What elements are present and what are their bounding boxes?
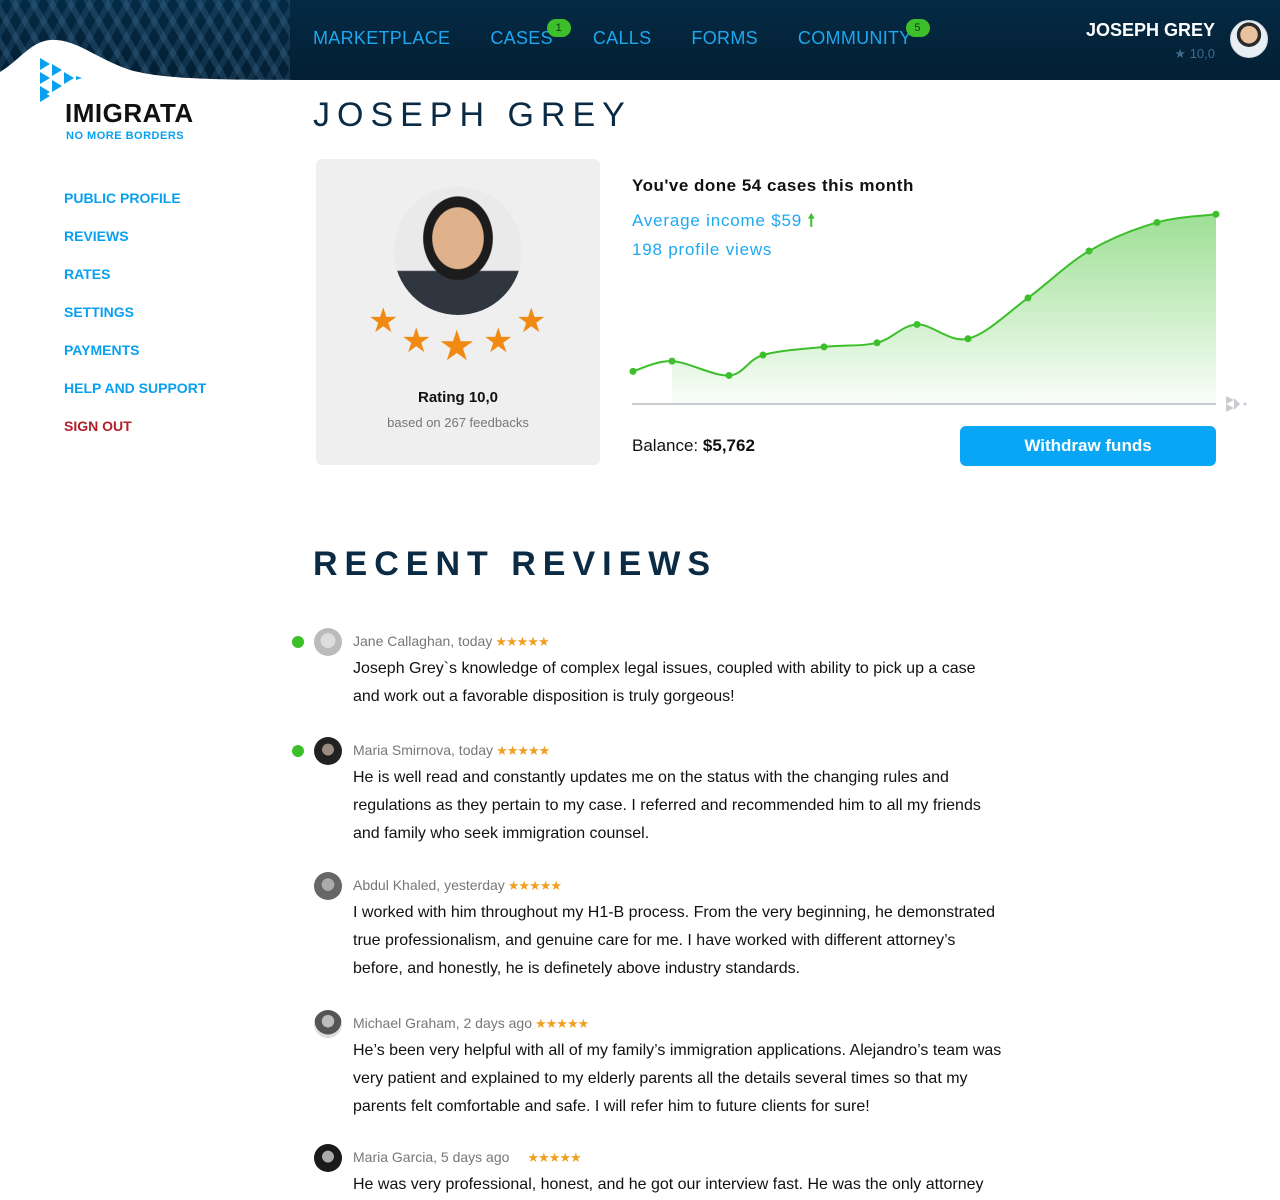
- reviews-list: Jane Callaghan, today ★★★★★ Joseph Grey`s…: [290, 628, 1010, 1199]
- rating-feedback-count: based on 267 feedbacks: [387, 415, 529, 430]
- notification-badge: 1: [546, 19, 571, 37]
- review-author: Abdul Khaled, yesterday: [353, 877, 505, 893]
- nav-calls[interactable]: CALLS: [593, 28, 652, 49]
- chart-point-9: [1024, 294, 1032, 302]
- reviewer-avatar[interactable]: [314, 872, 342, 900]
- nav-forms[interactable]: FORMS: [691, 28, 758, 49]
- star-icon: ★: [401, 322, 432, 360]
- sidebar-item-sign-out[interactable]: SIGN OUT: [64, 418, 206, 434]
- review-meta: Jane Callaghan, today ★★★★★: [353, 628, 1010, 655]
- review-meta: Michael Graham, 2 days ago ★★★★★: [353, 1010, 1010, 1037]
- review-item: Abdul Khaled, yesterday ★★★★★ I worked wi…: [290, 872, 1010, 1010]
- notification-badge: 5: [905, 19, 930, 37]
- chart-point-7: [913, 320, 921, 328]
- review-stars: ★★★★★: [495, 634, 549, 649]
- arrow-chevrons-logo-icon: [40, 58, 82, 102]
- income-chart: [629, 210, 1247, 412]
- reviewer-avatar[interactable]: [314, 1144, 342, 1172]
- review-text: Joseph Grey`s knowledge of complex legal…: [353, 660, 976, 705]
- review-author: Jane Callaghan, today: [353, 633, 493, 649]
- nav-label: COMMUNITY: [797, 28, 912, 48]
- review-meta: Maria Garcia, 5 days ago ★★★★★: [353, 1144, 1010, 1171]
- brand-name: IMIGRATA: [65, 98, 194, 128]
- review-item: Maria Garcia, 5 days ago ★★★★★ He was ver…: [290, 1144, 1010, 1199]
- sidebar-item-settings[interactable]: SETTINGS: [64, 304, 206, 320]
- profile-photo: [394, 187, 522, 315]
- review-text: He’s been very helpful with all of my fa…: [353, 1042, 1002, 1115]
- nav-label: FORMS: [691, 28, 758, 48]
- header-user-rating: ★ 10,0: [1174, 46, 1215, 62]
- star-icon: ★: [1174, 46, 1187, 61]
- review-meta: Abdul Khaled, yesterday ★★★★★: [353, 872, 1010, 899]
- chart-point-5: [820, 343, 828, 351]
- review-stars: ★★★★★: [496, 743, 550, 758]
- nav-label: CALLS: [592, 28, 652, 48]
- review-author: Michael Graham, 2 days ago: [353, 1015, 532, 1031]
- review-text: I worked with him throughout my H1-B pro…: [353, 904, 996, 977]
- sidebar-item-rates[interactable]: RATES: [64, 266, 206, 282]
- page-title: JOSEPH GREY: [313, 96, 632, 134]
- review-author: Maria Smirnova, today: [353, 742, 494, 758]
- review-text: He is well read and constantly updates m…: [353, 769, 981, 842]
- recent-reviews-title: RECENT REVIEWS: [313, 545, 718, 583]
- withdraw-funds-button[interactable]: Withdraw funds: [960, 426, 1216, 466]
- balance: Balance: $5,762: [632, 436, 755, 456]
- rating-title: Rating 10,0: [417, 389, 499, 406]
- sidebar-item-reviews[interactable]: REVIEWS: [64, 228, 206, 244]
- sidebar-item-payments[interactable]: PAYMENTS: [64, 342, 206, 358]
- review-stars: ★★★★★: [527, 1150, 581, 1165]
- nav-marketplace[interactable]: MARKETPLACE: [313, 28, 450, 49]
- chart-point-12: [1212, 210, 1220, 218]
- rating-value: 10,0: [1189, 46, 1215, 61]
- sidebar: PUBLIC PROFILE REVIEWS RATES SETTINGS PA…: [64, 190, 206, 456]
- star-icon: ★: [368, 302, 399, 340]
- review-item: Jane Callaghan, today ★★★★★ Joseph Grey`s…: [290, 628, 1010, 737]
- review-stars: ★★★★★: [534, 1016, 589, 1031]
- chart-point-11: [1153, 218, 1161, 226]
- reviewer-avatar[interactable]: [314, 1010, 342, 1038]
- header-user-name[interactable]: JOSEPH GREY: [1086, 20, 1215, 41]
- star-icon: ★: [516, 302, 547, 340]
- sidebar-item-help-and-support[interactable]: HELP AND SUPPORT: [64, 380, 206, 396]
- chart-point-10: [1085, 247, 1093, 255]
- review-stars: ★★★★★: [507, 878, 562, 893]
- nav-label: MARKETPLACE: [313, 28, 451, 48]
- nav-cases[interactable]: CASES 1: [490, 19, 571, 49]
- chart-point-2: [668, 357, 676, 365]
- nav-community[interactable]: COMMUNITY 5: [797, 19, 930, 49]
- review-author: Maria Garcia, 5 days ago: [353, 1149, 510, 1165]
- balance-label: Balance:: [632, 436, 699, 455]
- chart-point-4: [759, 351, 767, 359]
- logo-mark-icon: [1226, 396, 1247, 412]
- chart-point-6: [873, 339, 881, 347]
- user-avatar[interactable]: [1230, 20, 1268, 58]
- review-item: Maria Smirnova, today ★★★★★ He is well re…: [290, 737, 1010, 872]
- profile-card: ★ ★ ★ ★ ★ Rating 10,0 based on 267 feedb…: [316, 159, 600, 465]
- chart-point-3: [725, 371, 733, 379]
- balance-value: $5,762: [702, 436, 755, 455]
- new-indicator-dot: [292, 636, 304, 648]
- sidebar-item-public-profile[interactable]: PUBLIC PROFILE: [64, 190, 206, 206]
- reviewer-avatar[interactable]: [314, 737, 342, 765]
- chart-point-1: [629, 367, 637, 375]
- star-icon: ★: [483, 322, 514, 360]
- review-item: Michael Graham, 2 days ago ★★★★★ He’s bee…: [290, 1010, 1010, 1144]
- chart-point-8: [964, 335, 972, 343]
- review-text: He was very professional, honest, and he…: [353, 1176, 984, 1193]
- new-indicator-dot: [292, 745, 304, 757]
- nav-label: CASES: [490, 28, 553, 48]
- main-nav: MARKETPLACE CASES 1 CALLS FORMS COMMUNITY…: [313, 19, 952, 49]
- reviewer-avatar[interactable]: [314, 628, 342, 656]
- review-meta: Maria Smirnova, today ★★★★★: [353, 737, 1010, 764]
- star-icon: ★: [438, 322, 476, 369]
- brand-tagline: NO MORE BORDERS: [66, 130, 185, 142]
